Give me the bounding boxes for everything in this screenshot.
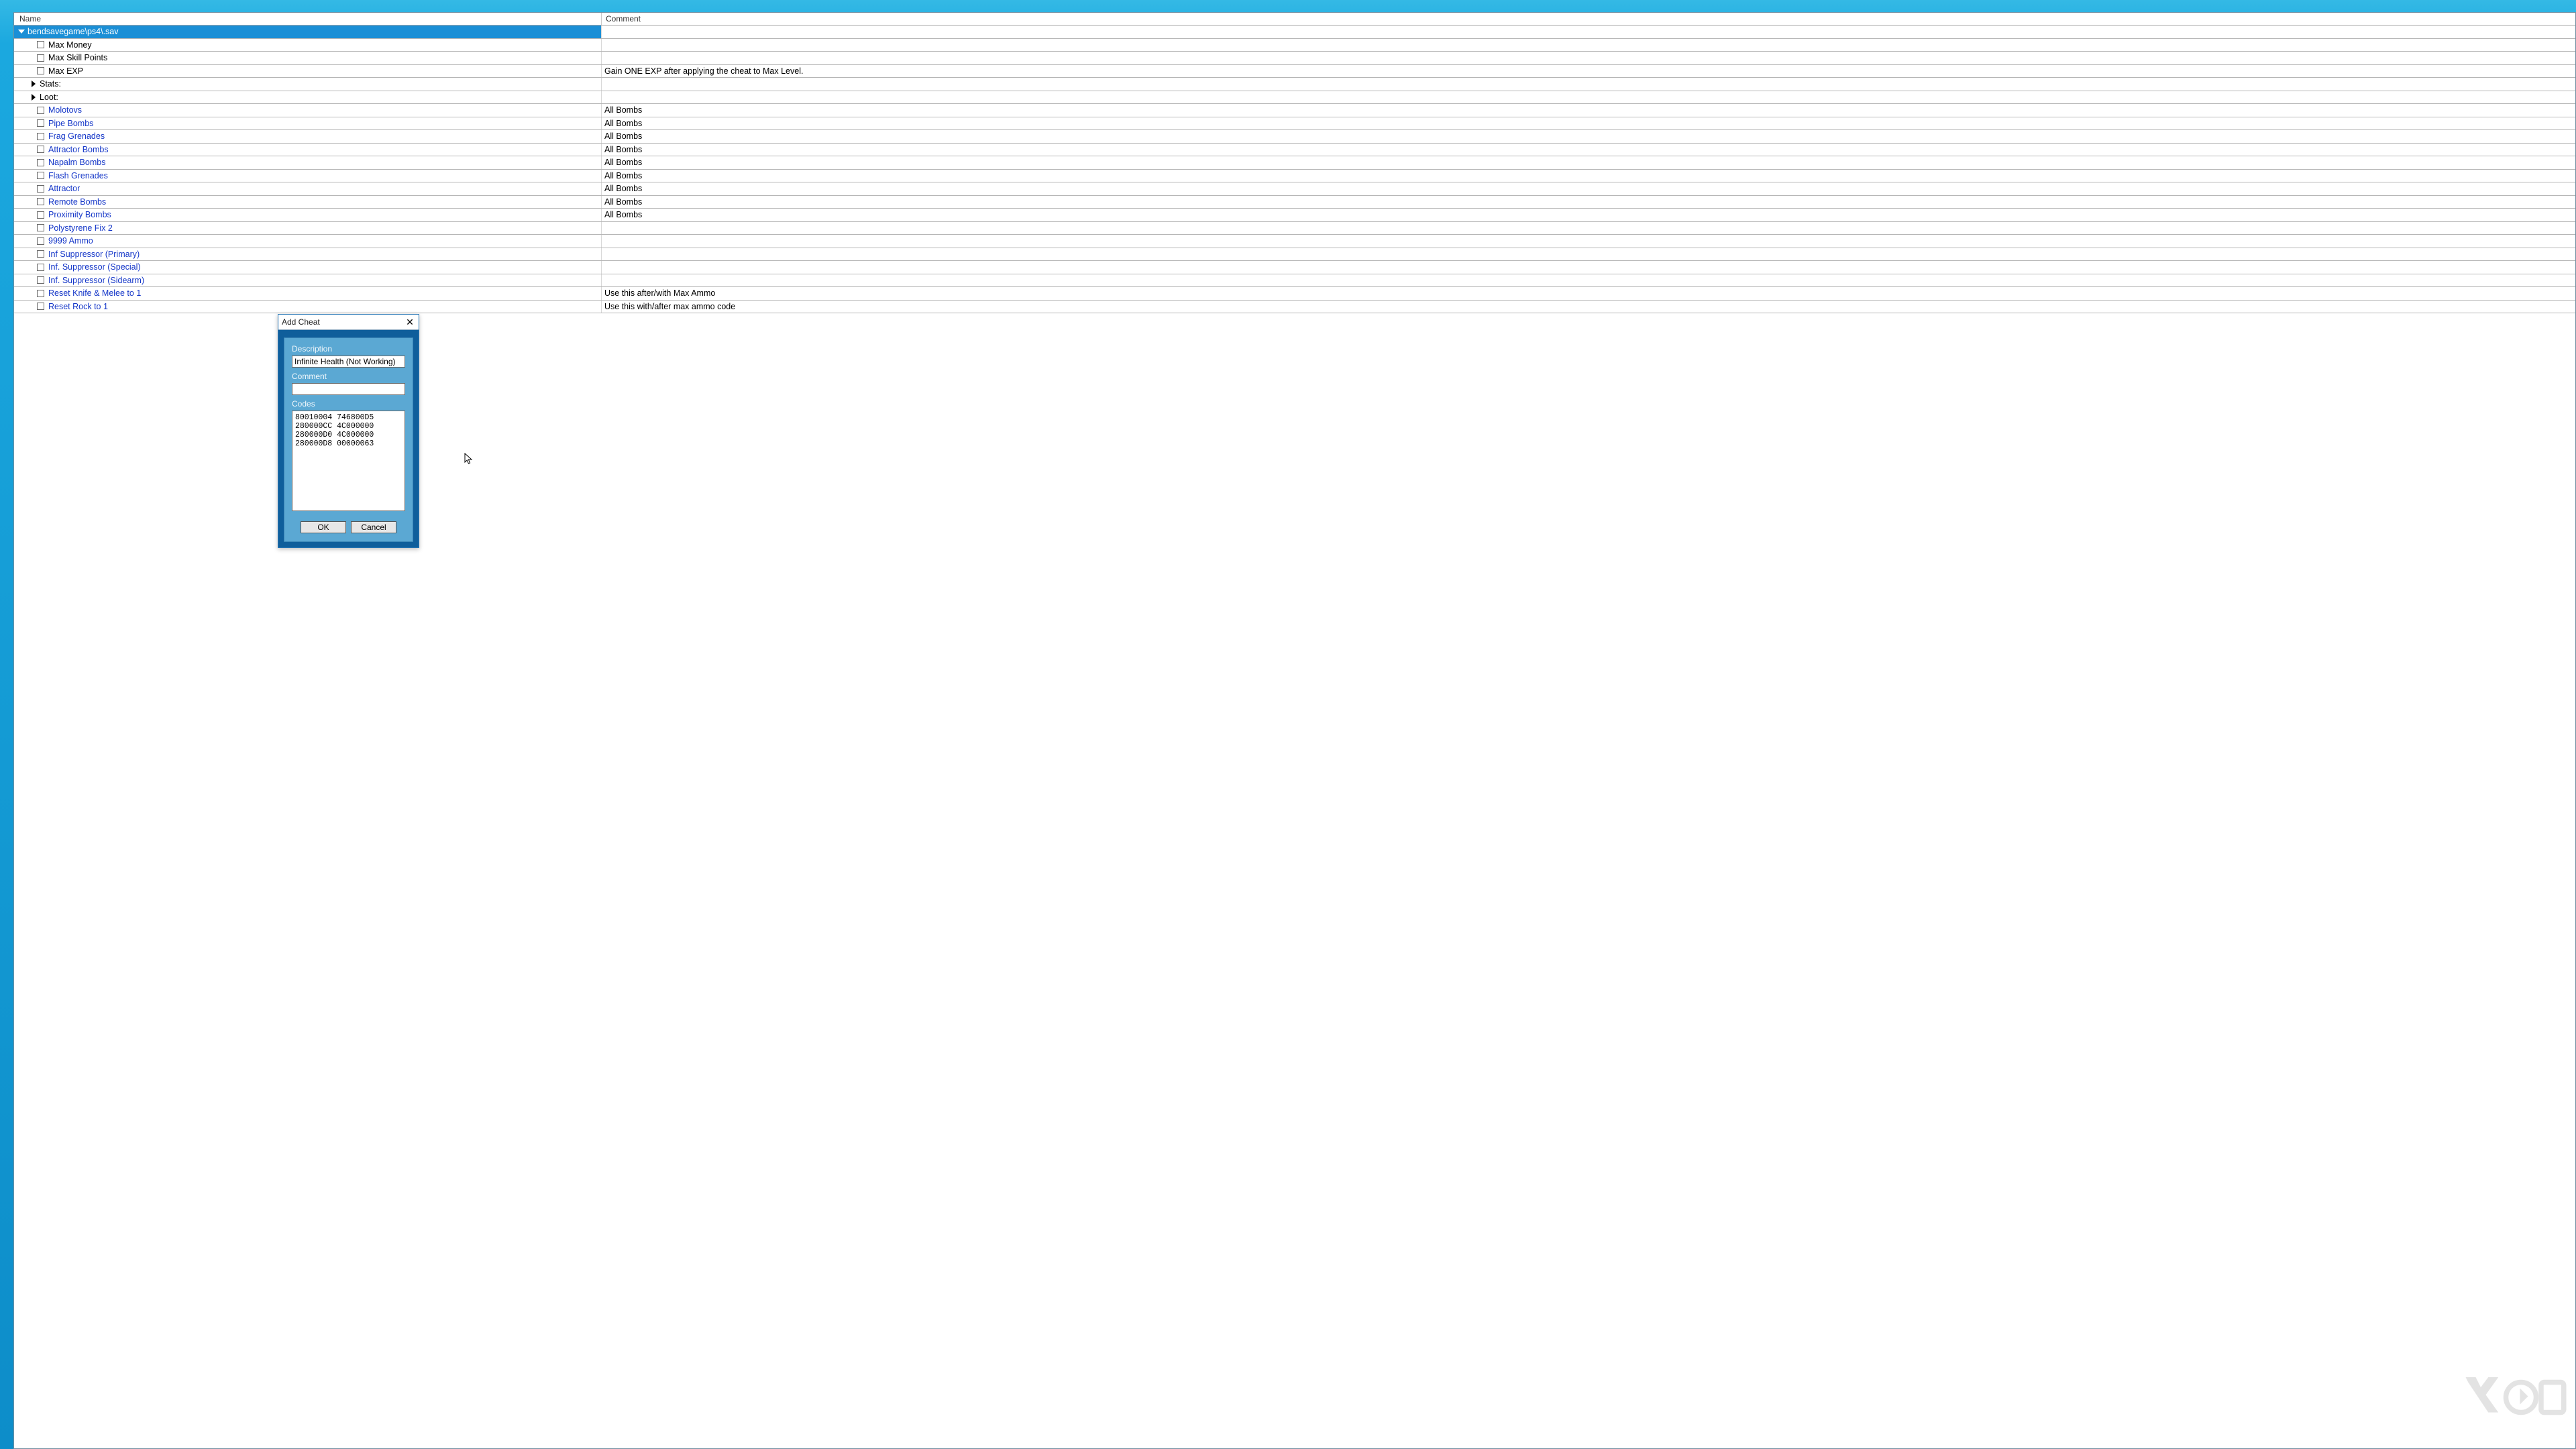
table-header: Name Comment (14, 13, 2575, 25)
table-row[interactable]: Remote Bombs All Bombs (14, 196, 2575, 209)
table-row[interactable]: Molotovs All Bombs (14, 104, 2575, 117)
row-label: Inf. Suppressor (Sidearm) (48, 276, 144, 285)
table-row[interactable]: Stats: (14, 78, 2575, 91)
row-label: Stats: (40, 79, 61, 89)
row-comment: All Bombs (602, 119, 2575, 128)
codes-label: Codes (292, 399, 405, 409)
checkbox[interactable] (37, 185, 44, 193)
row-comment: All Bombs (602, 105, 2575, 115)
checkbox[interactable] (37, 67, 44, 74)
checkbox[interactable] (37, 41, 44, 48)
file-row[interactable]: bendsavegame\ps4\.sav (14, 25, 2575, 39)
add-cheat-dialog: Add Cheat ✕ Description Comment Codes OK… (278, 314, 419, 548)
table-row[interactable]: Proximity Bombs All Bombs (14, 209, 2575, 222)
ok-button[interactable]: OK (301, 521, 346, 533)
row-label: Attractor Bombs (48, 145, 109, 154)
checkbox[interactable] (37, 290, 44, 297)
row-label: Napalm Bombs (48, 158, 105, 167)
table-row[interactable]: Frag Grenades All Bombs (14, 130, 2575, 144)
table-row[interactable]: Reset Knife & Melee to 1 Use this after/w… (14, 287, 2575, 301)
checkbox[interactable] (37, 133, 44, 140)
row-comment: All Bombs (602, 184, 2575, 193)
row-comment: All Bombs (602, 171, 2575, 180)
row-label: Reset Rock to 1 (48, 302, 108, 311)
app-frame: Name Comment bendsavegame\ps4\.sav Max M… (0, 0, 2576, 1449)
checkbox[interactable] (37, 146, 44, 153)
row-label: Inf Suppressor (Primary) (48, 250, 140, 259)
table-row[interactable]: Attractor All Bombs (14, 182, 2575, 196)
close-icon[interactable]: ✕ (401, 317, 419, 328)
checkbox[interactable] (37, 250, 44, 258)
row-comment: All Bombs (602, 145, 2575, 154)
table-row[interactable]: Flash Grenades All Bombs (14, 170, 2575, 183)
row-comment: All Bombs (602, 158, 2575, 167)
checkbox[interactable] (37, 107, 44, 114)
checkbox[interactable] (37, 276, 44, 284)
table-row[interactable]: Loot: (14, 91, 2575, 105)
checkbox[interactable] (37, 54, 44, 62)
caret-right-icon[interactable] (32, 80, 36, 87)
file-label: bendsavegame\ps4\.sav (28, 27, 119, 36)
table-row[interactable]: Inf. Suppressor (Sidearm) (14, 274, 2575, 288)
row-label: 9999 Ammo (48, 236, 93, 246)
table-row[interactable]: Reset Rock to 1 Use this with/after max a… (14, 301, 2575, 314)
table-row[interactable]: Max Money (14, 39, 2575, 52)
row-comment: Use this with/after max ammo code (602, 302, 2575, 311)
checkbox[interactable] (37, 224, 44, 231)
row-label: Flash Grenades (48, 171, 108, 180)
checkbox[interactable] (37, 198, 44, 205)
row-comment: All Bombs (602, 210, 2575, 219)
caret-down-icon[interactable] (18, 30, 25, 34)
checkbox[interactable] (37, 264, 44, 271)
row-label: Proximity Bombs (48, 210, 111, 219)
dialog-titlebar[interactable]: Add Cheat ✕ (278, 315, 419, 330)
column-header-name[interactable]: Name (14, 13, 602, 25)
codes-textarea[interactable] (292, 411, 405, 511)
row-comment: All Bombs (602, 131, 2575, 141)
row-label: Attractor (48, 184, 80, 193)
row-label: Max EXP (48, 66, 83, 76)
table-row[interactable]: Max Skill Points (14, 52, 2575, 65)
comment-label: Comment (292, 372, 405, 381)
row-label: Frag Grenades (48, 131, 105, 141)
checkbox[interactable] (37, 303, 44, 310)
checkbox[interactable] (37, 159, 44, 166)
table-row[interactable]: Attractor Bombs All Bombs (14, 144, 2575, 157)
cancel-button[interactable]: Cancel (351, 521, 396, 533)
table-row[interactable]: Napalm Bombs All Bombs (14, 156, 2575, 170)
checkbox[interactable] (37, 211, 44, 219)
row-comment: Gain ONE EXP after applying the cheat to… (602, 66, 2575, 76)
row-label: Pipe Bombs (48, 119, 93, 128)
checkbox[interactable] (37, 119, 44, 127)
row-label: Max Money (48, 40, 92, 50)
row-label: Molotovs (48, 105, 82, 115)
description-label: Description (292, 344, 405, 354)
row-comment: Use this after/with Max Ammo (602, 288, 2575, 298)
caret-right-icon[interactable] (32, 94, 36, 101)
comment-input[interactable] (292, 383, 405, 395)
table-row[interactable]: Polystyrene Fix 2 (14, 222, 2575, 235)
column-header-comment[interactable]: Comment (602, 13, 2575, 25)
row-label: Polystyrene Fix 2 (48, 223, 113, 233)
content-panel: Name Comment bendsavegame\ps4\.sav Max M… (13, 12, 2576, 1449)
table-row[interactable]: Inf. Suppressor (Special) (14, 261, 2575, 274)
description-input[interactable] (292, 356, 405, 368)
row-label: Loot: (40, 93, 58, 102)
table-row[interactable]: Inf Suppressor (Primary) (14, 248, 2575, 262)
checkbox[interactable] (37, 172, 44, 179)
row-label: Max Skill Points (48, 53, 107, 62)
row-comment: All Bombs (602, 197, 2575, 207)
checkbox[interactable] (37, 237, 44, 245)
row-label: Reset Knife & Melee to 1 (48, 288, 141, 298)
table-row[interactable]: Max EXP Gain ONE EXP after applying the c… (14, 65, 2575, 78)
table-row[interactable]: Pipe Bombs All Bombs (14, 117, 2575, 131)
row-label: Remote Bombs (48, 197, 106, 207)
table-row[interactable]: 9999 Ammo (14, 235, 2575, 248)
dialog-title: Add Cheat (282, 317, 320, 327)
row-label: Inf. Suppressor (Special) (48, 262, 141, 272)
cheat-tree: bendsavegame\ps4\.sav Max Money Max Skill… (14, 25, 2575, 313)
